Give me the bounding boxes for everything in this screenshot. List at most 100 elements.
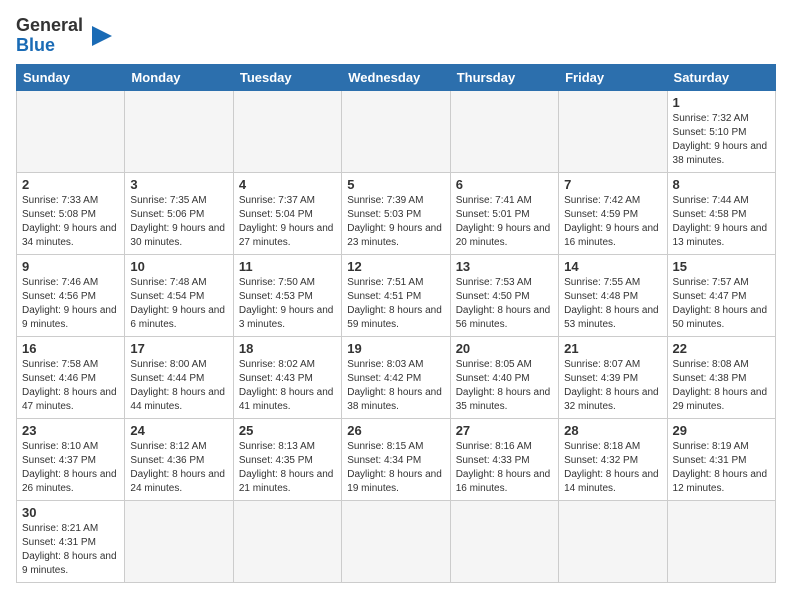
day-info: Sunrise: 8:07 AM Sunset: 4:39 PM Dayligh…	[564, 358, 661, 414]
day-info: Sunrise: 8:02 AM Sunset: 4:43 PM Dayligh…	[239, 358, 336, 414]
day-info: Sunrise: 8:08 AM Sunset: 4:38 PM Dayligh…	[673, 358, 770, 414]
day-number: 4	[239, 177, 336, 192]
day-number: 2	[22, 177, 119, 192]
day-number: 19	[347, 341, 444, 356]
calendar-day-cell: 19Sunrise: 8:03 AM Sunset: 4:42 PM Dayli…	[342, 336, 450, 418]
day-number: 29	[673, 423, 770, 438]
day-info: Sunrise: 7:50 AM Sunset: 4:53 PM Dayligh…	[239, 276, 336, 332]
day-number: 20	[456, 341, 553, 356]
calendar-day-cell: 5Sunrise: 7:39 AM Sunset: 5:03 PM Daylig…	[342, 172, 450, 254]
day-number: 17	[130, 341, 227, 356]
day-info: Sunrise: 7:57 AM Sunset: 4:47 PM Dayligh…	[673, 276, 770, 332]
day-info: Sunrise: 7:37 AM Sunset: 5:04 PM Dayligh…	[239, 194, 336, 250]
calendar-day-cell: 13 Sunrise: 7:53 AM Sunset: 4:50 PM Dayli…	[450, 254, 558, 336]
logo: General Blue	[16, 16, 117, 56]
day-info: Sunrise: 8:05 AM Sunset: 4:40 PM Dayligh…	[456, 358, 553, 414]
day-number: 13	[456, 259, 553, 274]
day-info: Sunrise: 7:33 AM Sunset: 5:08 PM Dayligh…	[22, 194, 119, 250]
calendar-day-cell: 27 Sunrise: 8:16 AM Sunset: 4:33 PM Dayli…	[450, 418, 558, 500]
calendar-week-row: 23 Sunrise: 8:10 AM Sunset: 4:37 PM Dayli…	[17, 418, 776, 500]
calendar-day-cell: 1 Sunrise: 7:32 AM Sunset: 5:10 PM Daylig…	[667, 90, 775, 172]
weekday-header-sunday: Sunday	[17, 64, 125, 90]
weekday-header-tuesday: Tuesday	[233, 64, 341, 90]
day-info: Sunrise: 8:15 AM Sunset: 4:34 PM Dayligh…	[347, 440, 444, 496]
calendar-day-cell: 26 Sunrise: 8:15 AM Sunset: 4:34 PM Dayli…	[342, 418, 450, 500]
day-number: 22	[673, 341, 770, 356]
calendar-day-cell: 23 Sunrise: 8:10 AM Sunset: 4:37 PM Dayli…	[17, 418, 125, 500]
day-number: 23	[22, 423, 119, 438]
calendar-day-cell	[559, 90, 667, 172]
logo-triangle-icon	[87, 21, 117, 51]
day-number: 27	[456, 423, 553, 438]
day-info: Sunrise: 7:44 AM Sunset: 4:58 PM Dayligh…	[673, 194, 770, 250]
day-info: Sunrise: 7:51 AM Sunset: 4:51 PM Dayligh…	[347, 276, 444, 332]
day-number: 10	[130, 259, 227, 274]
day-info: Sunrise: 8:21 AM Sunset: 4:31 PM Dayligh…	[22, 522, 119, 578]
calendar-day-cell	[559, 500, 667, 582]
calendar-day-cell: 8Sunrise: 7:44 AM Sunset: 4:58 PM Daylig…	[667, 172, 775, 254]
day-number: 16	[22, 341, 119, 356]
day-info: Sunrise: 7:53 AM Sunset: 4:50 PM Dayligh…	[456, 276, 553, 332]
calendar-day-cell	[450, 90, 558, 172]
day-number: 26	[347, 423, 444, 438]
calendar-day-cell: 6 Sunrise: 7:41 AM Sunset: 5:01 PM Daylig…	[450, 172, 558, 254]
calendar-day-cell	[233, 500, 341, 582]
day-info: Sunrise: 7:41 AM Sunset: 5:01 PM Dayligh…	[456, 194, 553, 250]
day-info: Sunrise: 8:13 AM Sunset: 4:35 PM Dayligh…	[239, 440, 336, 496]
day-number: 24	[130, 423, 227, 438]
calendar-day-cell	[233, 90, 341, 172]
day-number: 15	[673, 259, 770, 274]
calendar-week-row: 9 Sunrise: 7:46 AM Sunset: 4:56 PM Daylig…	[17, 254, 776, 336]
page-header: General Blue	[16, 16, 776, 56]
calendar-day-cell: 10 Sunrise: 7:48 AM Sunset: 4:54 PM Dayli…	[125, 254, 233, 336]
day-info: Sunrise: 7:35 AM Sunset: 5:06 PM Dayligh…	[130, 194, 227, 250]
calendar-day-cell: 24Sunrise: 8:12 AM Sunset: 4:36 PM Dayli…	[125, 418, 233, 500]
day-info: Sunrise: 7:58 AM Sunset: 4:46 PM Dayligh…	[22, 358, 119, 414]
calendar-day-cell: 4 Sunrise: 7:37 AM Sunset: 5:04 PM Daylig…	[233, 172, 341, 254]
day-number: 28	[564, 423, 661, 438]
day-number: 9	[22, 259, 119, 274]
weekday-header-saturday: Saturday	[667, 64, 775, 90]
calendar-day-cell: 21 Sunrise: 8:07 AM Sunset: 4:39 PM Dayli…	[559, 336, 667, 418]
calendar-day-cell: 22 Sunrise: 8:08 AM Sunset: 4:38 PM Dayli…	[667, 336, 775, 418]
day-info: Sunrise: 7:39 AM Sunset: 5:03 PM Dayligh…	[347, 194, 444, 250]
day-info: Sunrise: 7:32 AM Sunset: 5:10 PM Dayligh…	[673, 112, 770, 168]
calendar-week-row: 16 Sunrise: 7:58 AM Sunset: 4:46 PM Dayli…	[17, 336, 776, 418]
day-number: 30	[22, 505, 119, 520]
calendar-day-cell: 12Sunrise: 7:51 AM Sunset: 4:51 PM Dayli…	[342, 254, 450, 336]
calendar-day-cell: 17Sunrise: 8:00 AM Sunset: 4:44 PM Dayli…	[125, 336, 233, 418]
logo-text-general: General Blue	[16, 16, 83, 56]
calendar-day-cell	[667, 500, 775, 582]
calendar-day-cell: 3 Sunrise: 7:35 AM Sunset: 5:06 PM Daylig…	[125, 172, 233, 254]
day-info: Sunrise: 8:16 AM Sunset: 4:33 PM Dayligh…	[456, 440, 553, 496]
calendar-day-cell: 28 Sunrise: 8:18 AM Sunset: 4:32 PM Dayli…	[559, 418, 667, 500]
calendar-day-cell	[342, 500, 450, 582]
day-number: 25	[239, 423, 336, 438]
calendar-day-cell: 9 Sunrise: 7:46 AM Sunset: 4:56 PM Daylig…	[17, 254, 125, 336]
day-info: Sunrise: 7:48 AM Sunset: 4:54 PM Dayligh…	[130, 276, 227, 332]
calendar-day-cell	[125, 500, 233, 582]
calendar-day-cell: 29Sunrise: 8:19 AM Sunset: 4:31 PM Dayli…	[667, 418, 775, 500]
day-number: 6	[456, 177, 553, 192]
weekday-header-monday: Monday	[125, 64, 233, 90]
weekday-header-row: SundayMondayTuesdayWednesdayThursdayFrid…	[17, 64, 776, 90]
calendar-day-cell: 11Sunrise: 7:50 AM Sunset: 4:53 PM Dayli…	[233, 254, 341, 336]
day-info: Sunrise: 8:18 AM Sunset: 4:32 PM Dayligh…	[564, 440, 661, 496]
day-number: 21	[564, 341, 661, 356]
day-number: 3	[130, 177, 227, 192]
calendar-day-cell: 15 Sunrise: 7:57 AM Sunset: 4:47 PM Dayli…	[667, 254, 775, 336]
calendar-day-cell	[450, 500, 558, 582]
calendar-day-cell: 30 Sunrise: 8:21 AM Sunset: 4:31 PM Dayli…	[17, 500, 125, 582]
day-info: Sunrise: 7:55 AM Sunset: 4:48 PM Dayligh…	[564, 276, 661, 332]
day-number: 7	[564, 177, 661, 192]
calendar-day-cell	[342, 90, 450, 172]
calendar-table: SundayMondayTuesdayWednesdayThursdayFrid…	[16, 64, 776, 583]
calendar-week-row: 1 Sunrise: 7:32 AM Sunset: 5:10 PM Daylig…	[17, 90, 776, 172]
day-info: Sunrise: 8:10 AM Sunset: 4:37 PM Dayligh…	[22, 440, 119, 496]
weekday-header-thursday: Thursday	[450, 64, 558, 90]
day-number: 1	[673, 95, 770, 110]
day-info: Sunrise: 7:46 AM Sunset: 4:56 PM Dayligh…	[22, 276, 119, 332]
day-number: 14	[564, 259, 661, 274]
weekday-header-wednesday: Wednesday	[342, 64, 450, 90]
weekday-header-friday: Friday	[559, 64, 667, 90]
